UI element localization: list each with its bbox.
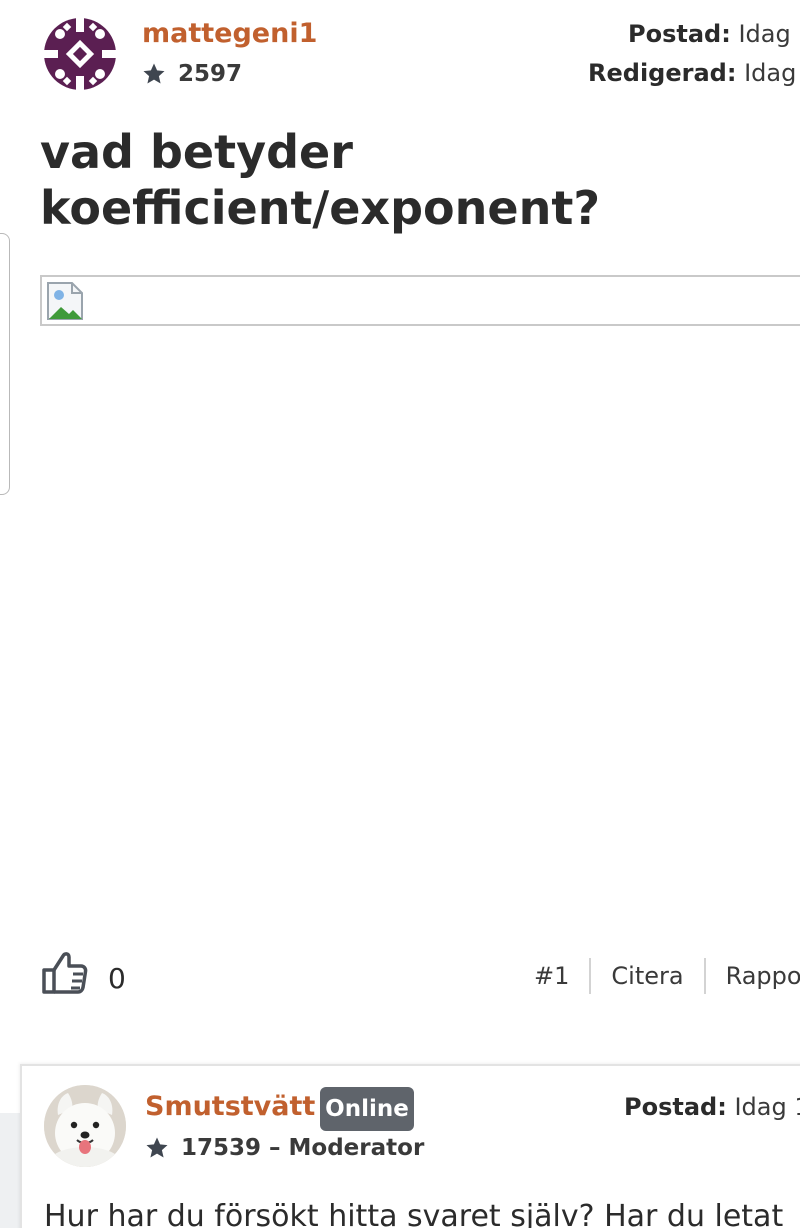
dog-photo-avatar-icon [44, 1085, 126, 1167]
quote-button[interactable]: Citera [611, 962, 683, 990]
post1-username[interactable]: mattegeni1 [142, 20, 317, 47]
reputation-role: 17539 – Moderator [181, 1135, 425, 1161]
post-image[interactable] [40, 275, 800, 326]
post1-edited-date: Redigerad: Idag 1 [588, 59, 800, 87]
star-icon [143, 63, 165, 84]
like-button[interactable] [40, 948, 90, 996]
post-number-link[interactable]: #1 [534, 962, 569, 990]
post2-posted-date: Postad: Idag 1 [624, 1093, 800, 1121]
geometric-pattern-avatar-icon [40, 14, 120, 94]
star-icon [146, 1137, 168, 1158]
user-avatar[interactable] [44, 1085, 126, 1167]
user-avatar[interactable] [40, 14, 120, 94]
posted-value: Idag 1 [738, 20, 800, 48]
side-panel-edge [0, 233, 10, 495]
edited-label: Redigerad: [588, 59, 737, 87]
reputation-count: 2597 [178, 61, 243, 87]
like-count: 0 [108, 962, 126, 995]
post1-reputation: 2597 [142, 61, 242, 87]
thumbs-up-icon [42, 952, 88, 994]
edited-value: Idag 1 [744, 59, 800, 87]
report-button[interactable]: Rappo [726, 962, 800, 990]
broken-image-icon [47, 282, 83, 320]
divider [589, 958, 592, 994]
online-status-badge: Online [320, 1087, 414, 1131]
page-background [0, 1113, 20, 1228]
posted-value: Idag 1 [734, 1093, 800, 1121]
post-title: vad betyder koefficient/exponent? [40, 125, 600, 235]
divider [703, 958, 706, 994]
post1-posted-date: Postad: Idag 1 [628, 20, 800, 48]
post2-reputation: 17539 – Moderator [145, 1135, 424, 1161]
post2-username[interactable]: Smutstvätt [145, 1093, 315, 1120]
post2-body-text: Hur har du försökt hitta svaret själv? H… [44, 1199, 784, 1228]
post-actions: #1 Citera Rappo [534, 958, 800, 994]
posted-label: Postad: [628, 20, 731, 48]
posted-label: Postad: [624, 1093, 727, 1121]
